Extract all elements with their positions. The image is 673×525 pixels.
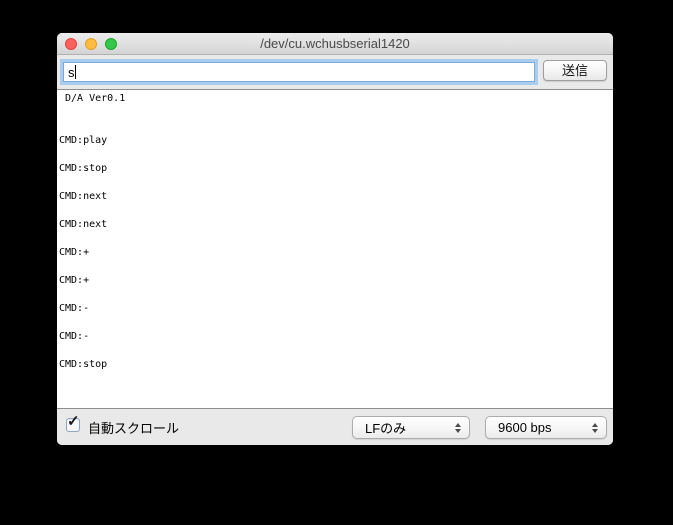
terminal-line: D/A Ver0.1 — [59, 93, 126, 104]
minimize-window-icon[interactable] — [85, 38, 97, 50]
text-caret — [75, 65, 76, 79]
serial-send-input[interactable] — [63, 62, 535, 82]
serial-monitor-window: /dev/cu.wchusbserial1420 送信 D/A Ver0.1 CM… — [57, 33, 613, 445]
baud-rate-dropdown[interactable]: 9600 bps — [485, 416, 607, 439]
close-window-icon[interactable] — [65, 38, 77, 50]
window-title: /dev/cu.wchusbserial1420 — [260, 36, 410, 51]
chevron-up-down-icon — [592, 422, 598, 433]
chevron-up-down-icon — [455, 422, 461, 433]
terminal-line: CMD:next — [59, 219, 108, 230]
traffic-lights — [65, 33, 117, 55]
terminal-line: CMD:play — [59, 135, 108, 146]
baud-rate-value: 9600 bps — [498, 420, 552, 435]
terminal-line: CMD:stop — [59, 359, 108, 370]
terminal-line: CMD:stop — [59, 163, 108, 174]
terminal-line: CMD:next — [59, 191, 108, 202]
line-ending-dropdown[interactable]: LFのみ — [352, 416, 470, 439]
line-ending-value: LFのみ — [365, 421, 407, 436]
zoom-window-icon[interactable] — [105, 38, 117, 50]
autoscroll-checkbox[interactable]: ✓ — [66, 414, 80, 432]
send-toolbar: 送信 — [57, 55, 613, 89]
terminal-line: CMD:+ — [59, 275, 90, 286]
autoscroll-label: 自動スクロール — [88, 421, 180, 436]
send-button[interactable]: 送信 — [543, 60, 607, 81]
terminal-line: CMD:+ — [59, 247, 90, 258]
checkmark-icon: ✓ — [67, 413, 80, 430]
title-bar[interactable]: /dev/cu.wchusbserial1420 — [57, 33, 613, 55]
terminal-line: CMD:- — [59, 303, 90, 314]
terminal-line: CMD:- — [59, 331, 90, 342]
status-bar: ✓ 自動スクロール LFのみ 9600 bps — [57, 410, 613, 445]
serial-output-area[interactable]: D/A Ver0.1 CMD:play CMD:stop CMD:next CMD:ne… — [57, 89, 613, 409]
